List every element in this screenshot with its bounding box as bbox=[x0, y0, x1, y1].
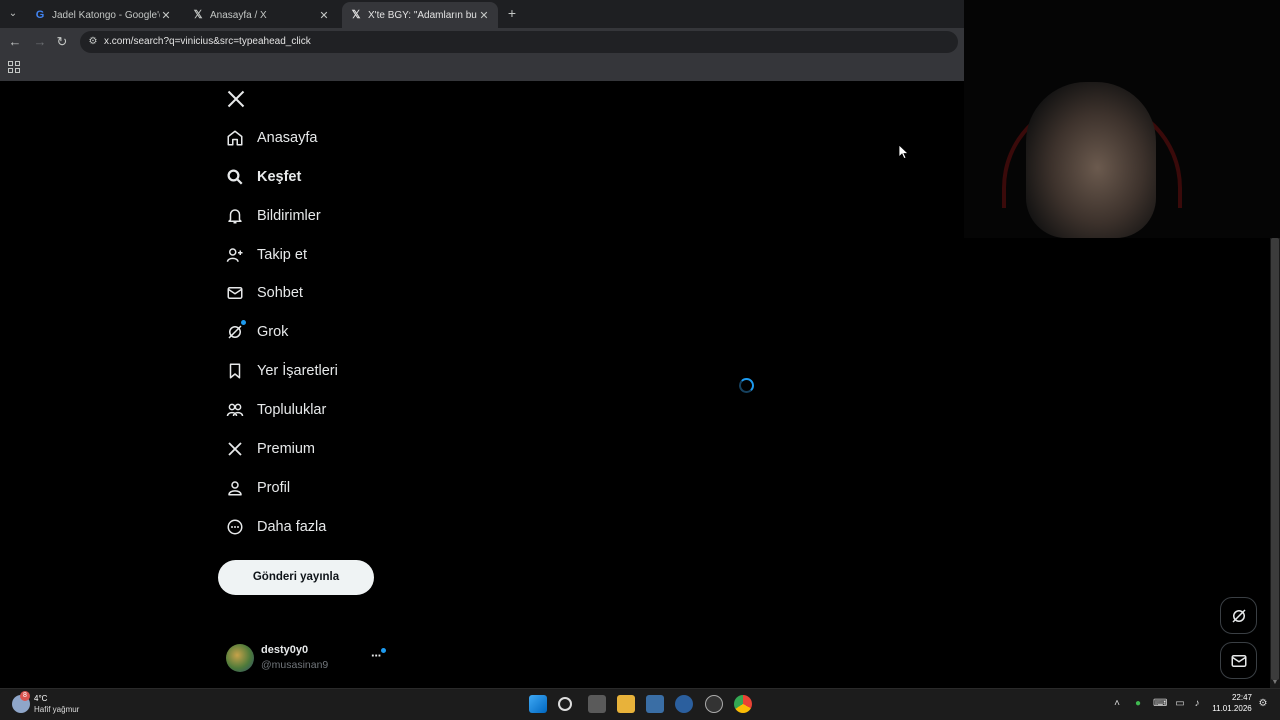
weather-badge: 8 bbox=[20, 691, 30, 701]
close-icon[interactable]: ✕ bbox=[160, 9, 172, 22]
account-handle: @musasinan9 bbox=[261, 659, 329, 671]
more-options-icon[interactable]: ··· bbox=[371, 648, 382, 663]
more-icon bbox=[226, 518, 244, 536]
webcam-person bbox=[1026, 82, 1156, 238]
sidebar-item-label: Takip et bbox=[257, 247, 307, 263]
chrome-icon[interactable] bbox=[734, 695, 752, 713]
chevron-up-icon[interactable]: ˄ bbox=[1111, 698, 1123, 710]
sidebar-item-label: Topluluklar bbox=[257, 402, 327, 418]
clock-time[interactable]: 22:47 bbox=[1222, 693, 1262, 702]
keyboard-icon[interactable]: ⌨ bbox=[1153, 698, 1167, 710]
notification-icon[interactable]: ⚙ bbox=[1257, 698, 1269, 710]
x-logo-icon[interactable] bbox=[226, 89, 246, 109]
sidebar-item-profile[interactable]: Profil bbox=[226, 473, 290, 503]
sidebar-item-chat[interactable]: Sohbet bbox=[226, 278, 303, 308]
sidebar-item-follow[interactable]: Takip et bbox=[226, 240, 307, 270]
browser-toolbar: ← → ↻ ⚙ x.com/search?q=vinicius&src=type… bbox=[0, 28, 964, 56]
sidebar-item-bookmarks[interactable]: Yer İşaretleri bbox=[226, 356, 338, 386]
sidebar-item-more[interactable]: Daha fazla bbox=[226, 512, 326, 542]
apps-grid-icon[interactable] bbox=[8, 61, 20, 73]
forward-button[interactable]: → bbox=[33, 35, 47, 49]
task-view-icon[interactable] bbox=[588, 695, 606, 713]
scrollbar-thumb[interactable] bbox=[1271, 238, 1279, 680]
home-icon bbox=[226, 129, 244, 147]
sidebar-item-label: Sohbet bbox=[257, 285, 303, 301]
close-icon[interactable]: ✕ bbox=[318, 9, 330, 22]
tab-label: Anasayfa / X bbox=[210, 9, 267, 21]
address-bar[interactable]: ⚙ x.com/search?q=vinicius&src=typeahead_… bbox=[80, 31, 958, 53]
back-button[interactable]: ← bbox=[8, 35, 22, 49]
microphone-icon[interactable]: ● bbox=[1132, 698, 1144, 710]
mail-icon bbox=[1231, 654, 1246, 667]
sidebar-item-notifications[interactable]: Bildirimler bbox=[226, 201, 321, 231]
tab-x-home[interactable]: 𝕏 Anasayfa / X ✕ bbox=[184, 2, 338, 28]
bookmark-icon bbox=[226, 362, 244, 380]
profile-icon bbox=[226, 479, 244, 497]
url-text: x.com/search?q=vinicius&src=typeahead_cl… bbox=[104, 36, 311, 47]
x-icon: 𝕏 bbox=[351, 9, 361, 21]
tab-strip: ⌄ G Jadel Katongo - Google'da Ara ✕ 𝕏 An… bbox=[0, 0, 964, 28]
notification-dot bbox=[381, 648, 386, 653]
tab-x-post[interactable]: 𝕏 X'te BGY: "Adamların bu kadar ✕ bbox=[342, 2, 498, 28]
weather-widget[interactable]: 8 4°C Hafif yağmur bbox=[12, 691, 102, 717]
tab-label: X'te BGY: "Adamların bu kadar bbox=[368, 9, 478, 21]
post-button[interactable]: Gönderi yayınla bbox=[218, 560, 374, 595]
sidebar-item-grok[interactable]: Grok bbox=[226, 317, 288, 347]
windows-taskbar: 8 4°C Hafif yağmur ˄ ● ⌨ ▭ ♪ 22:47 11.01… bbox=[0, 688, 1280, 720]
app-icon[interactable] bbox=[646, 695, 664, 713]
avatar bbox=[226, 644, 254, 672]
close-icon[interactable]: ✕ bbox=[478, 9, 490, 22]
sidebar-item-premium[interactable]: Premium bbox=[226, 434, 315, 464]
windows-start-icon[interactable] bbox=[529, 695, 547, 713]
scroll-down-arrow-icon[interactable]: ▼ bbox=[1271, 679, 1279, 687]
sidebar-item-label: Anasayfa bbox=[257, 130, 318, 146]
sidebar-item-home[interactable]: Anasayfa bbox=[226, 123, 317, 153]
x-premium-icon bbox=[226, 440, 244, 458]
steam-icon[interactable] bbox=[675, 695, 693, 713]
mail-icon bbox=[226, 284, 244, 302]
messages-floating-button[interactable] bbox=[1220, 642, 1257, 679]
account-switcher[interactable]: desty0y0 @musasinan9 ··· bbox=[226, 643, 392, 675]
google-icon: G bbox=[35, 9, 45, 21]
browser-chrome: ⌄ G Jadel Katongo - Google'da Ara ✕ 𝕏 An… bbox=[0, 0, 964, 81]
tab-google-search[interactable]: G Jadel Katongo - Google'da Ara ✕ bbox=[26, 2, 180, 28]
webcam-overlay bbox=[964, 0, 1280, 238]
search-icon[interactable] bbox=[558, 697, 572, 711]
weather-temperature: 4°C bbox=[34, 694, 48, 703]
tab-label: Jadel Katongo - Google'da Ara bbox=[52, 9, 160, 21]
sidebar-item-label: Bildirimler bbox=[257, 208, 321, 224]
mouse-cursor-icon bbox=[899, 145, 909, 159]
follow-icon bbox=[226, 246, 244, 264]
clock-date[interactable]: 11.01.2026 bbox=[1210, 704, 1254, 713]
bell-icon bbox=[226, 207, 244, 225]
x-icon: 𝕏 bbox=[193, 9, 203, 21]
tab-search-button[interactable]: ⌄ bbox=[5, 6, 21, 22]
network-icon[interactable]: ▭ bbox=[1174, 698, 1186, 710]
bookmarks-bar bbox=[0, 56, 964, 81]
sidebar-item-label: Grok bbox=[257, 324, 289, 340]
sidebar-item-label: Yer İşaretleri bbox=[257, 363, 338, 379]
communities-icon bbox=[226, 401, 244, 419]
volume-icon[interactable]: ♪ bbox=[1191, 698, 1203, 710]
account-display-name: desty0y0 bbox=[261, 644, 309, 656]
sidebar-item-label: Daha fazla bbox=[257, 519, 327, 535]
grok-icon bbox=[226, 320, 246, 341]
sidebar-item-label: Premium bbox=[257, 441, 316, 457]
grok-floating-button[interactable] bbox=[1220, 597, 1257, 634]
app-icon-2[interactable] bbox=[705, 695, 723, 713]
sidebar-item-label: Keşfet bbox=[257, 169, 302, 185]
sidebar-item-label: Profil bbox=[257, 480, 291, 496]
grok-icon bbox=[1231, 608, 1246, 623]
weather-description: Hafif yağmur bbox=[34, 705, 80, 714]
loading-spinner bbox=[739, 378, 754, 393]
sidebar-item-explore[interactable]: Keşfet bbox=[226, 162, 301, 192]
notification-dot bbox=[241, 320, 246, 325]
site-info-icon[interactable]: ⚙ bbox=[86, 35, 100, 49]
search-icon bbox=[226, 168, 244, 186]
file-explorer-icon[interactable] bbox=[617, 695, 635, 713]
sidebar-item-communities[interactable]: Topluluklar bbox=[226, 395, 326, 425]
reload-button[interactable]: ↻ bbox=[55, 35, 69, 49]
new-tab-button[interactable]: + bbox=[505, 6, 519, 20]
